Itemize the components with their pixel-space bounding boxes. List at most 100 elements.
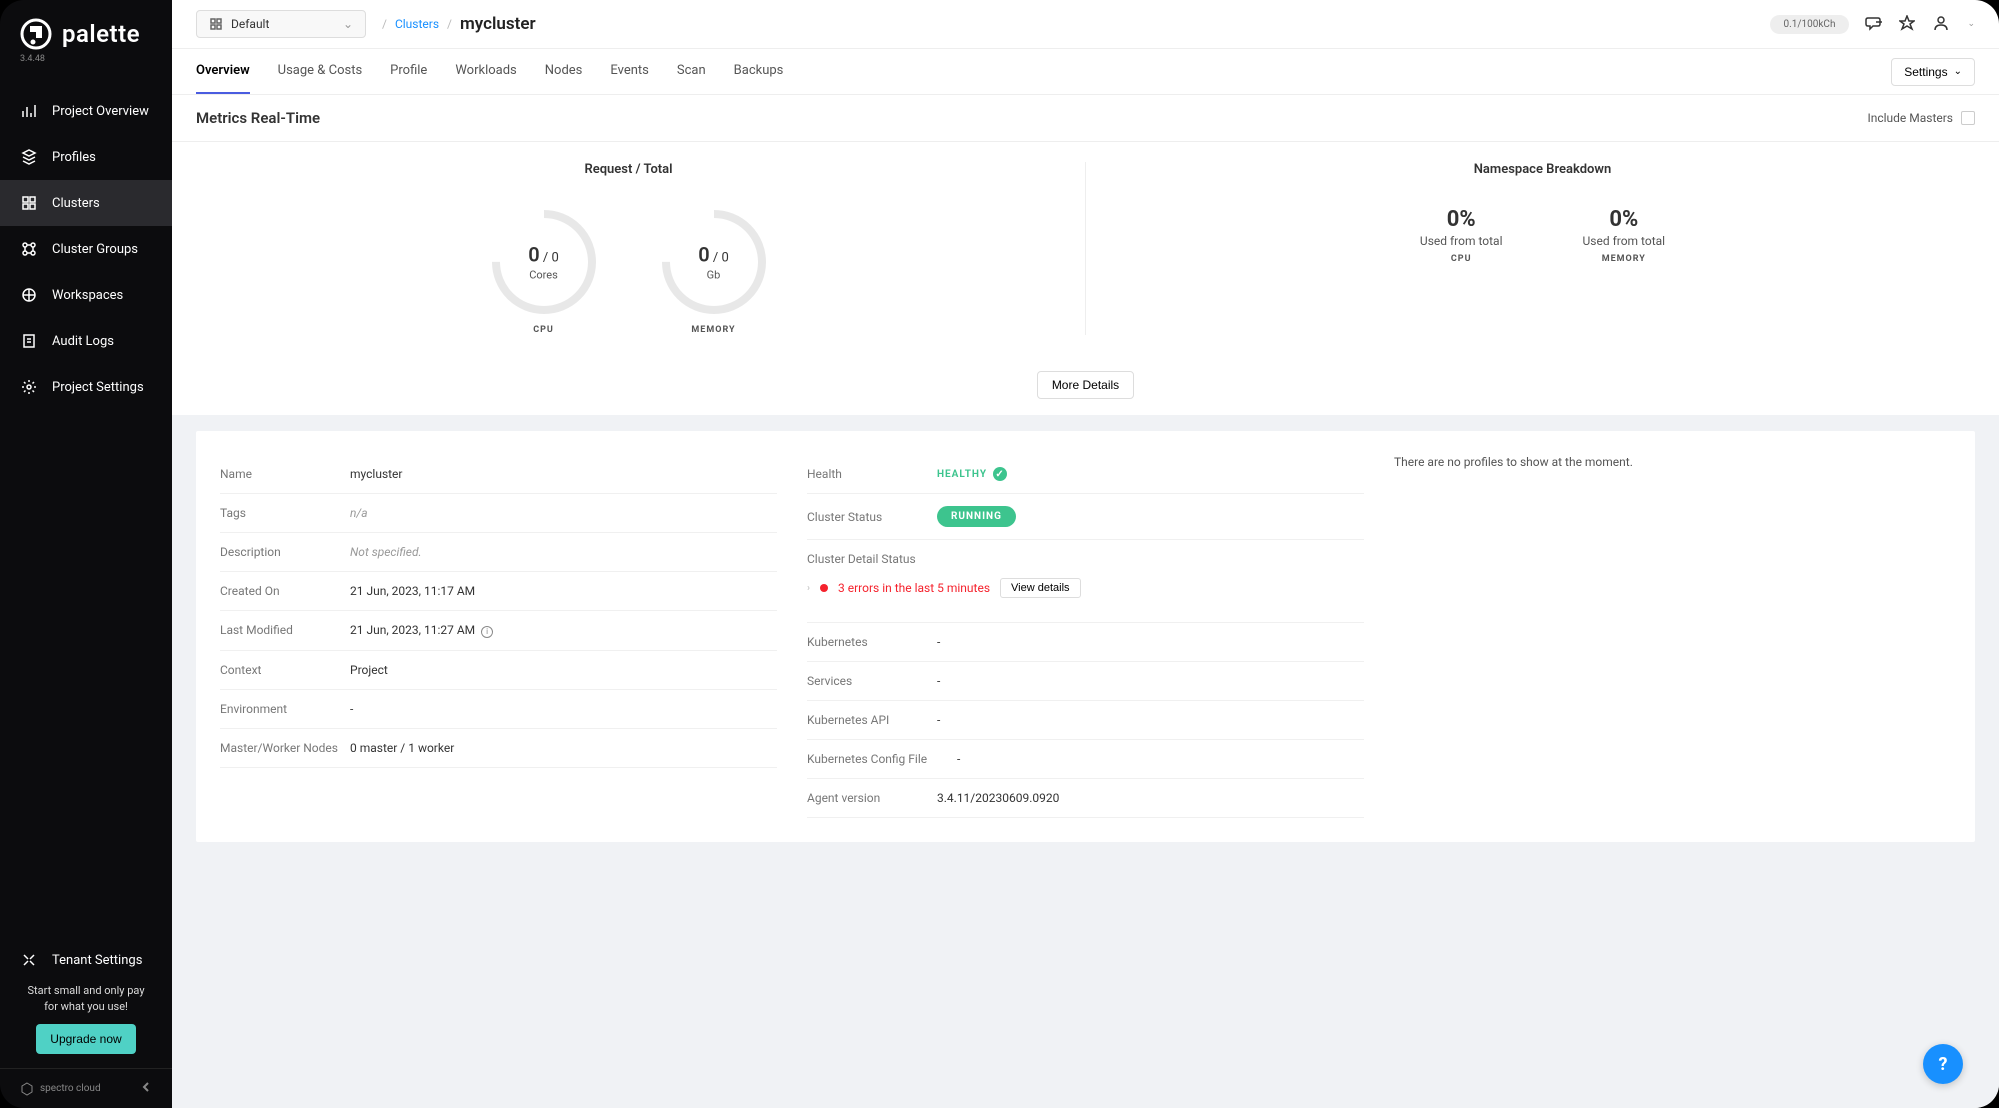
api-label: Kubernetes API (807, 713, 937, 727)
tenant-settings[interactable]: Tenant Settings (20, 937, 152, 983)
upgrade-text: Start small and only pay for what you us… (20, 983, 152, 1014)
health-label: Health (807, 467, 937, 481)
env-label: Environment (220, 702, 350, 716)
sidebar: palette 3.4.48 Project Overview Profiles (0, 0, 172, 1108)
upgrade-now-button[interactable]: Upgrade now (36, 1024, 135, 1054)
health-badge: HEALTHY ✓ (937, 467, 1007, 481)
desc-label: Description (220, 545, 350, 559)
created-value: 21 Jun, 2023, 11:17 AM (350, 584, 475, 598)
user-icon[interactable] (1933, 15, 1951, 33)
project-select-value: Default (231, 17, 269, 31)
nav-cluster-groups[interactable]: Cluster Groups (0, 226, 172, 272)
tab-scan[interactable]: Scan (677, 49, 706, 94)
nav-label: Cluster Groups (52, 242, 138, 257)
include-masters-label: Include Masters (1867, 111, 1953, 125)
memory-label: MEMORY (691, 325, 735, 335)
tab-usage-costs[interactable]: Usage & Costs (278, 49, 363, 94)
metrics-title: Metrics Real-Time (196, 109, 320, 127)
desc-value: Not specified. (350, 545, 422, 559)
nav-project-overview[interactable]: Project Overview (0, 88, 172, 134)
credit-badge: 0.1/100kCh (1770, 15, 1850, 34)
name-label: Name (220, 467, 350, 481)
tags-value: n/a (350, 506, 368, 520)
ns-cpu-stat: 0% Used from total CPU (1420, 207, 1503, 264)
modified-value: 21 Jun, 2023, 11:27 AMi (350, 623, 493, 638)
nav-label: Workspaces (52, 288, 123, 303)
tab-workloads[interactable]: Workloads (455, 49, 516, 94)
nav-audit-logs[interactable]: Audit Logs (0, 318, 172, 364)
chat-icon[interactable] (1865, 15, 1883, 33)
name-value: mycluster (350, 467, 403, 481)
project-selector[interactable]: Default ⌄ (196, 10, 366, 38)
breadcrumb-current: mycluster (460, 14, 536, 34)
check-icon: ✓ (993, 467, 1007, 481)
tab-overview[interactable]: Overview (196, 49, 250, 94)
view-details-button[interactable]: View details (1000, 578, 1081, 598)
audit-icon (20, 332, 38, 350)
cfg-label: Kubernetes Config File (807, 752, 957, 766)
breadcrumb-clusters[interactable]: Clusters (395, 17, 439, 31)
cfg-value: - (957, 752, 960, 766)
brand-name: palette (62, 20, 140, 48)
nav-workspaces[interactable]: Workspaces (0, 272, 172, 318)
status-label: Cluster Status (807, 510, 937, 524)
cpu-label: CPU (533, 325, 554, 335)
env-value: - (350, 702, 353, 716)
namespace-title: Namespace Breakdown (1116, 162, 1969, 177)
spectro-icon (20, 1082, 34, 1096)
more-details-button[interactable]: More Details (1037, 371, 1134, 399)
chevron-down-icon: ⌄ (1954, 66, 1962, 77)
version: 3.4.48 (20, 54, 152, 64)
context-label: Context (220, 663, 350, 677)
include-masters-checkbox[interactable] (1961, 111, 1975, 125)
collapse-sidebar-icon[interactable] (140, 1081, 152, 1096)
detail-status-label: Cluster Detail Status (807, 552, 916, 566)
nav-label: Project Settings (52, 380, 144, 395)
tab-backups[interactable]: Backups (734, 49, 784, 94)
logo: palette (20, 18, 152, 50)
chevron-down-icon: ⌄ (343, 17, 353, 31)
svc-label: Services (807, 674, 937, 688)
nav-project-settings[interactable]: Project Settings (0, 364, 172, 410)
nav-profiles[interactable]: Profiles (0, 134, 172, 180)
tab-nodes[interactable]: Nodes (545, 49, 583, 94)
group-icon (20, 240, 38, 258)
chevron-right-icon[interactable]: › (807, 583, 810, 594)
breadcrumb: / Clusters / mycluster (382, 14, 536, 34)
info-icon[interactable]: i (481, 626, 493, 638)
settings-button[interactable]: Settings ⌄ (1891, 58, 1975, 86)
nodes-value: 0 master / 1 worker (350, 741, 454, 755)
k8s-value: - (937, 635, 940, 649)
agent-value: 3.4.11/20230609.0920 (937, 791, 1059, 805)
status-badge: RUNNING (937, 506, 1016, 527)
svc-value: - (937, 674, 940, 688)
nav-clusters[interactable]: Clusters (0, 180, 172, 226)
star-icon[interactable] (1899, 15, 1917, 33)
no-profiles-text: There are no profiles to show at the mom… (1394, 455, 1951, 469)
error-dot-icon (820, 584, 828, 592)
context-value: Project (350, 663, 388, 677)
workspaces-icon (20, 286, 38, 304)
nav-label: Clusters (52, 196, 100, 211)
tab-profile[interactable]: Profile (390, 49, 427, 94)
nav-label: Audit Logs (52, 334, 114, 349)
tenant-label: Tenant Settings (52, 953, 142, 968)
user-chevron-icon[interactable]: ⌄ (1967, 19, 1975, 29)
api-value: - (937, 713, 940, 727)
memory-gauge: 0 / 0 Gb MEMORY (659, 207, 769, 335)
agent-label: Agent version (807, 791, 937, 805)
error-text: 3 errors in the last 5 minutes (838, 581, 990, 595)
created-label: Created On (220, 584, 350, 598)
tenant-icon (20, 951, 38, 969)
nav-label: Project Overview (52, 104, 149, 119)
bar-chart-icon (20, 102, 38, 120)
nodes-label: Master/Worker Nodes (220, 741, 350, 755)
modified-label: Last Modified (220, 623, 350, 637)
palette-logo-icon (20, 18, 52, 50)
tab-events[interactable]: Events (610, 49, 648, 94)
tags-label: Tags (220, 506, 350, 520)
nav-label: Profiles (52, 150, 96, 165)
cpu-gauge: 0 / 0 Cores CPU (489, 207, 599, 335)
ns-memory-stat: 0% Used from total MEMORY (1583, 207, 1666, 264)
help-button[interactable]: ? (1923, 1044, 1963, 1084)
